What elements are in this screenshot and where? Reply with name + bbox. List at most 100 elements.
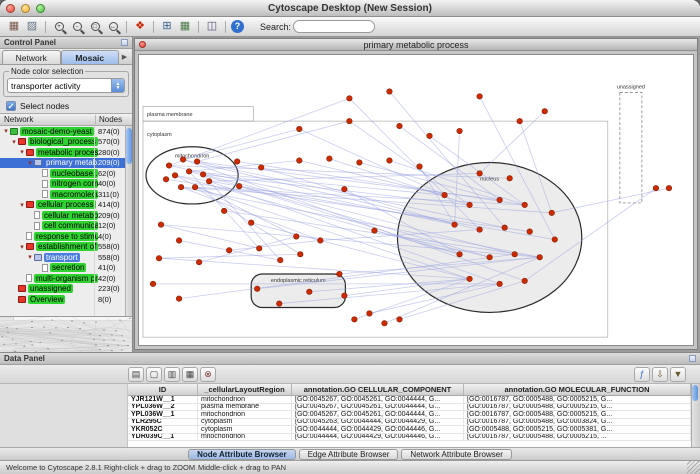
table-cell[interactable]: cytoplasm (198, 426, 292, 433)
graph-node[interactable] (71, 321, 73, 322)
graph-node[interactable] (95, 321, 97, 322)
graph-node[interactable] (427, 133, 433, 139)
table-cell[interactable]: YPL036W__1 (128, 411, 198, 418)
table-cell[interactable]: [GO:0016787, GO:0005488, GO:0005215, G..… (464, 411, 691, 418)
graph-node[interactable] (95, 344, 97, 345)
graph-node[interactable] (653, 185, 659, 191)
zoom-out-icon[interactable]: - (69, 19, 85, 34)
graph-node[interactable] (347, 96, 353, 102)
tree-item[interactable]: nucleobase...62(0) (0, 168, 132, 179)
graph-node[interactable] (39, 342, 41, 343)
graph-node[interactable] (552, 237, 558, 243)
open-attributes-icon[interactable]: ▼ (670, 367, 686, 382)
graph-node[interactable] (3, 344, 5, 345)
graph-node[interactable] (318, 238, 324, 244)
graph-node[interactable] (549, 210, 555, 216)
graph-node[interactable] (121, 349, 123, 350)
graph-node[interactable] (522, 202, 528, 208)
graph-node[interactable] (178, 184, 184, 190)
column-header[interactable]: annotation.GO MOLECULAR_FUNCTION (464, 384, 691, 395)
table-row[interactable]: YDR039C__1mitochondrion[GO:0044444, GO:0… (128, 434, 691, 442)
graph-node[interactable] (99, 335, 101, 336)
graph-node[interactable] (206, 178, 212, 184)
zoom-fit-icon[interactable]: ↔ (105, 19, 121, 34)
list-attributes-icon[interactable]: ▦ (182, 367, 198, 382)
plasma-membrane-compartment[interactable] (0, 317, 14, 320)
graph-node[interactable] (367, 311, 373, 317)
graph-node[interactable] (55, 327, 57, 328)
graph-node[interactable] (277, 257, 283, 263)
graph-node[interactable] (236, 183, 242, 189)
graph-node[interactable] (31, 327, 33, 328)
graph-node[interactable] (67, 327, 69, 328)
tree-item[interactable]: ▾establishment of l...558(0) (0, 242, 132, 253)
table-cell[interactable]: [GO:0016787, GO:0005488, GO:0005215, G..… (464, 404, 691, 411)
table-row[interactable]: YKR052Ccytoplasm[GO:0044444, GO:0044429,… (128, 426, 691, 434)
graph-node[interactable] (527, 229, 533, 235)
search-input[interactable] (293, 20, 375, 33)
network-icon[interactable]: ❖ (132, 19, 148, 34)
graph-node[interactable] (93, 339, 95, 340)
create-attribute-icon[interactable]: ▢ (146, 367, 162, 382)
column-header[interactable]: ID (128, 384, 198, 395)
table-cell[interactable]: mitochondrion (198, 411, 292, 418)
graph-node[interactable] (357, 160, 363, 166)
graph-node[interactable] (248, 220, 254, 226)
new-network-view-icon[interactable]: ▦ (177, 19, 193, 34)
graph-node[interactable] (537, 254, 543, 260)
graph-node[interactable] (47, 348, 49, 349)
graph-node[interactable] (119, 320, 121, 321)
graph-node[interactable] (497, 197, 503, 203)
zoom-in-icon[interactable]: + (51, 19, 67, 34)
graph-node[interactable] (163, 177, 169, 183)
graph-node[interactable] (502, 225, 508, 231)
control-panel-float-icon[interactable] (121, 39, 128, 46)
table-cell[interactable]: [GO:0044444, GO:0044429, GO:0044446, G..… (292, 426, 464, 433)
graph-node[interactable] (342, 186, 348, 192)
open-session-icon[interactable]: ▨ (24, 19, 40, 34)
table-row[interactable]: YPL036W__2plasma membrane[GO:0045267, GO… (128, 404, 691, 412)
tree-item[interactable]: Overview8(0) (0, 294, 132, 305)
table-cell[interactable]: YDR039C__1 (128, 434, 198, 441)
table-cell[interactable]: [GO:0016787, GO:0005488, GO:0003824, G..… (464, 419, 691, 426)
copy-attribute-icon[interactable]: ▥ (164, 367, 180, 382)
graph-node[interactable] (99, 349, 101, 350)
tree-item[interactable]: unassigned223(0) (0, 284, 132, 295)
table-cell[interactable]: YKR052C (128, 426, 198, 433)
graph-node[interactable] (457, 251, 463, 257)
tree-column-network[interactable]: Network (0, 115, 96, 124)
tree-scrollbar[interactable] (125, 126, 132, 316)
save-session-icon[interactable]: ▦ (6, 19, 22, 34)
select-nodes-checkbox[interactable]: ✓ (6, 101, 16, 111)
graph-node[interactable] (477, 94, 483, 100)
graph-node[interactable] (83, 322, 85, 323)
table-scrollbar-thumb[interactable] (692, 385, 698, 401)
graph-node[interactable] (352, 317, 358, 323)
graph-node[interactable] (15, 343, 17, 344)
graph-node[interactable] (256, 246, 262, 252)
tab-network-attribute-browser[interactable]: Network Attribute Browser (401, 449, 511, 460)
graph-node[interactable] (196, 259, 202, 265)
graph-node[interactable] (150, 281, 156, 287)
tree-item[interactable]: ▾primary metab...209(0) (0, 158, 132, 169)
graph-node[interactable] (31, 321, 33, 322)
graph-node[interactable] (51, 320, 53, 321)
graph-node[interactable] (342, 293, 348, 299)
unassigned-compartment[interactable] (620, 92, 642, 202)
graph-node[interactable] (7, 332, 9, 333)
import-network-icon[interactable]: ⊞ (159, 19, 175, 34)
graph-node[interactable] (23, 346, 25, 347)
table-row[interactable]: YLR295Ccytoplasm[GO:0045263, GO:0044444,… (128, 419, 691, 427)
select-attributes-icon[interactable]: ▤ (128, 367, 144, 382)
table-cell[interactable]: YPL036W__2 (128, 404, 198, 411)
table-cell[interactable]: [GO:0045267, GO:0045261, GO:0044444, G..… (292, 396, 464, 403)
graph-node[interactable] (467, 276, 473, 282)
tree-item[interactable]: ▾transport558(0) (0, 252, 132, 263)
graph-node[interactable] (172, 173, 178, 179)
graph-node[interactable] (276, 301, 282, 307)
graph-node[interactable] (297, 251, 303, 257)
graph-node[interactable] (226, 248, 232, 254)
graph-node[interactable] (12, 339, 14, 340)
table-cell[interactable]: cytoplasm (198, 419, 292, 426)
graph-node[interactable] (200, 172, 206, 178)
